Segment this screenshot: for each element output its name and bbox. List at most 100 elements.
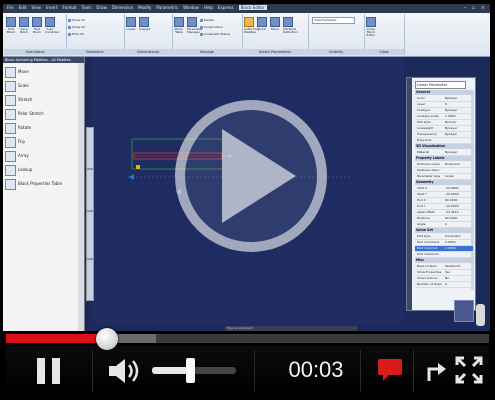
palette-item[interactable]: Scale bbox=[5, 80, 77, 92]
property-name: Show Properties bbox=[417, 270, 442, 274]
menu-item[interactable]: Express bbox=[218, 5, 234, 10]
property-value: Increment bbox=[445, 234, 461, 238]
palette-item[interactable]: Rotate bbox=[5, 122, 77, 134]
menu-item[interactable]: Format bbox=[62, 5, 76, 10]
ribbon-button-icon bbox=[19, 17, 29, 27]
menu-item[interactable]: Draw bbox=[96, 5, 106, 10]
menu-item[interactable]: View bbox=[31, 5, 41, 10]
palette-item-label: Polar Stretch bbox=[18, 111, 44, 116]
palette-tab[interactable] bbox=[86, 211, 94, 259]
property-name: Lineweight bbox=[417, 126, 434, 130]
ribbon-small-button[interactable]: Hide All bbox=[68, 32, 84, 36]
ribbon-group-label: Manage bbox=[172, 49, 242, 55]
fullscreen-icon[interactable] bbox=[455, 356, 483, 384]
palette-tab[interactable] bbox=[86, 259, 94, 301]
menu-item[interactable]: Window bbox=[183, 5, 199, 10]
block-authoring-palette: Block Authoring Palettes - All Palettes … bbox=[3, 57, 85, 331]
properties-section-header[interactable]: Value Set bbox=[415, 228, 474, 233]
video-frame[interactable]: File Edit View Insert Format Tools Draw Dimensi… bbox=[3, 4, 490, 331]
ribbon-group: Linear Aligned Dimensional bbox=[124, 14, 173, 55]
property-value: ByLayer bbox=[445, 132, 458, 136]
command-line[interactable]: Type a command bbox=[225, 326, 357, 331]
properties-section-header[interactable]: Geometry bbox=[415, 180, 474, 185]
property-name: Distance name bbox=[417, 162, 440, 166]
property-value: Linear bbox=[445, 174, 455, 178]
palette-item[interactable]: Polar Stretch bbox=[5, 108, 77, 120]
ribbon-button[interactable]: Save Block bbox=[19, 17, 29, 34]
palette-side-strip bbox=[78, 63, 84, 331]
ribbon-button[interactable]: Close Block Editor bbox=[366, 17, 376, 37]
properties-section-header[interactable]: Misc bbox=[415, 258, 474, 263]
play-icon[interactable] bbox=[222, 129, 296, 223]
palette-item[interactable]: Stretch bbox=[5, 94, 77, 106]
property-name: Angle bbox=[417, 222, 426, 226]
menu-item[interactable]: Edit bbox=[19, 5, 27, 10]
property-name: Base location bbox=[417, 264, 438, 268]
ribbon-button[interactable]: Edit Block bbox=[6, 17, 16, 34]
ribbon-tab-active[interactable]: Block Editor bbox=[238, 5, 267, 10]
volume-knob[interactable] bbox=[185, 358, 195, 383]
palette-item[interactable]: Lookup bbox=[5, 164, 77, 176]
palette-item[interactable]: Block Properties Table bbox=[5, 178, 77, 190]
property-value: ByColor bbox=[445, 120, 457, 124]
ribbon-button[interactable]: Parameter Manager bbox=[187, 17, 203, 34]
menu-item[interactable]: File bbox=[7, 5, 14, 10]
visibility-state-dropdown[interactable]: VisibilityState0 bbox=[312, 17, 355, 24]
ribbon-button[interactable]: Authoring Palettes bbox=[244, 17, 259, 34]
ribbon-small-button[interactable]: Delete bbox=[200, 18, 214, 22]
properties-title-bar bbox=[407, 78, 412, 310]
property-name: Start X bbox=[417, 186, 428, 190]
property-value: -12.0000 bbox=[445, 204, 459, 208]
ribbon-button[interactable]: Attribute Definition bbox=[283, 17, 298, 34]
menu-item[interactable]: Tools bbox=[82, 5, 92, 10]
palette-item-icon bbox=[5, 151, 16, 162]
properties-section-header[interactable]: Property Labels bbox=[415, 156, 474, 161]
ribbon-button[interactable]: Auto Constrain bbox=[45, 17, 59, 34]
menu-item[interactable]: Help bbox=[204, 5, 213, 10]
property-row[interactable]: Number of Grips 2 bbox=[415, 282, 473, 288]
menu-item[interactable]: Insert bbox=[46, 5, 57, 10]
palette-item[interactable]: Move bbox=[5, 66, 77, 78]
palette-item[interactable]: Flip bbox=[5, 136, 77, 148]
property-name: Linetype scale bbox=[417, 114, 439, 118]
pause-icon[interactable] bbox=[37, 358, 61, 384]
property-name: Color bbox=[417, 96, 425, 100]
share-icon[interactable] bbox=[425, 357, 447, 383]
ribbon-button[interactable]: Aligned bbox=[139, 17, 150, 31]
properties-section-header[interactable]: 3D Visualization bbox=[415, 144, 474, 149]
menu-item[interactable]: Dimension bbox=[112, 5, 133, 10]
ribbon-small-button[interactable]: Construction bbox=[200, 25, 223, 29]
palette-item-label: Stretch bbox=[18, 97, 33, 102]
navigation-cube-icon[interactable] bbox=[454, 300, 474, 322]
ribbon-button-icon bbox=[187, 17, 197, 27]
ribbon-button-icon bbox=[283, 17, 293, 27]
ribbon-group-label: Open/Save bbox=[4, 49, 66, 55]
ribbon-button-icon bbox=[126, 17, 136, 27]
properties-section-header[interactable]: General bbox=[415, 90, 474, 95]
object-type-selector[interactable]: Linear Parameter bbox=[415, 81, 466, 89]
ribbon-button[interactable]: Block Table bbox=[174, 17, 184, 34]
video-player: File Edit View Insert Format Tools Draw Dimensi… bbox=[0, 0, 495, 400]
comment-icon[interactable] bbox=[377, 358, 403, 382]
ribbon-small-button[interactable]: Constraint Status bbox=[200, 32, 230, 36]
ribbon-button[interactable]: Test Block bbox=[32, 17, 42, 34]
ribbon-small-button[interactable]: Show All bbox=[68, 25, 85, 29]
divider bbox=[413, 350, 414, 392]
ribbon-small-button[interactable]: Show All bbox=[68, 18, 85, 22]
palette-tab[interactable] bbox=[86, 169, 94, 211]
palette-item-icon bbox=[5, 109, 16, 120]
palette-item-label: Lookup bbox=[18, 167, 33, 172]
menu-item[interactable]: Parametric bbox=[156, 5, 178, 10]
menu-item[interactable]: Modify bbox=[138, 5, 151, 10]
divider bbox=[360, 350, 361, 392]
palette-item[interactable]: Array bbox=[5, 150, 77, 162]
navigation-bar-icon[interactable] bbox=[476, 304, 485, 326]
palette-item-label: Block Properties Table bbox=[18, 181, 62, 186]
ribbon-button[interactable]: Linear bbox=[126, 17, 136, 31]
property-name: Number of Grips bbox=[417, 282, 442, 286]
ribbon-button[interactable]: Point bbox=[257, 17, 267, 31]
volume-icon[interactable] bbox=[107, 358, 143, 384]
palette-tab[interactable] bbox=[86, 127, 94, 169]
ribbon-button[interactable]: Move bbox=[270, 17, 280, 31]
ribbon-button-label: Test Block bbox=[32, 27, 42, 34]
